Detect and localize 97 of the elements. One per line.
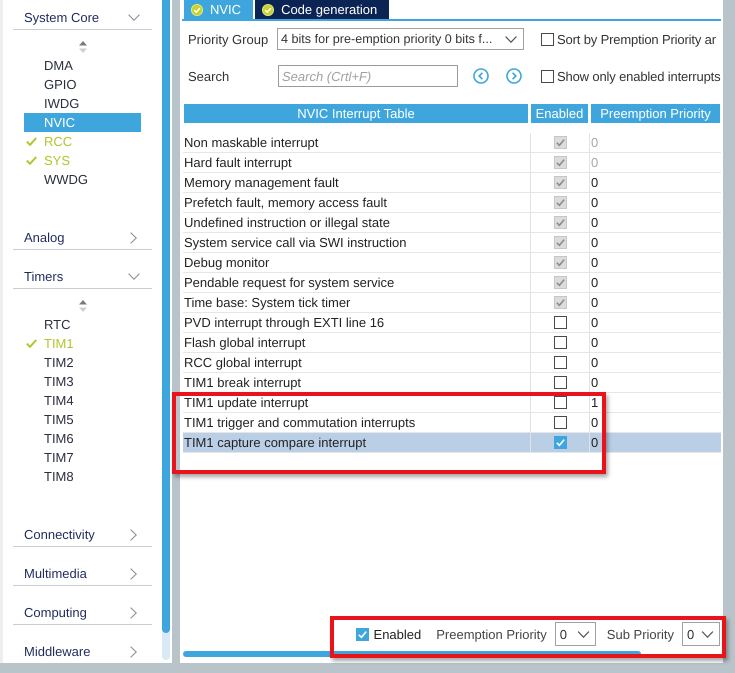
sidebar-item[interactable]: TIM6 [24, 429, 141, 448]
sidebar-item[interactable]: DMA [24, 56, 141, 75]
checkbox[interactable] [554, 416, 566, 429]
table-cell: 0 [589, 273, 720, 292]
chevron-down-icon [505, 36, 517, 42]
enabled-label: Enabled [374, 626, 422, 642]
category-header[interactable]: Connectivity [13, 523, 152, 547]
table-cell-text: Hard fault interrupt [183, 154, 293, 172]
table-cell: 0 [589, 133, 720, 152]
table-cell: 0 [589, 233, 720, 252]
checkbox[interactable] [554, 316, 566, 329]
table-cell: 0 [589, 433, 720, 452]
sidebar-item[interactable]: TIM2 [24, 353, 141, 372]
category-header[interactable]: System Core [13, 6, 152, 30]
enabled-only-option-label: Show only enabled interrupts [557, 68, 720, 84]
category-header[interactable]: Timers [13, 265, 152, 289]
search-label: Search [188, 68, 230, 84]
table-row[interactable]: Flash global interrupt 0 [183, 333, 721, 353]
table-cell: 1 [589, 393, 720, 412]
sidebar-item[interactable]: WWDG [24, 170, 141, 189]
checkbox[interactable] [356, 628, 369, 640]
preemption-priority-label: Preemption Priority [436, 626, 547, 642]
table-cell: 0 [589, 193, 720, 212]
chevron-down-icon [701, 630, 714, 638]
table-cell-text: PVD interrupt through EXTI line 16 [183, 314, 386, 332]
table-cell-text: Pendable request for system service [183, 274, 396, 292]
table-row[interactable]: Memory management fault 0 [183, 173, 721, 193]
table-cell: 0 [589, 173, 720, 192]
table-cell: 0 [589, 353, 720, 372]
next-button[interactable] [506, 68, 522, 84]
table-cell-text: RCC global interrupt [183, 354, 303, 372]
table-row[interactable]: System service call via SWI instruction 0 [183, 233, 721, 253]
sidebar-item[interactable]: TIM5 [24, 410, 141, 429]
table-cell-text: TIM1 break interrupt [183, 374, 302, 392]
table-row[interactable]: Time base: System tick timer 0 [183, 293, 721, 313]
checkbox[interactable] [541, 32, 554, 46]
sidebar-item[interactable]: TIM4 [24, 391, 141, 410]
sort-arrows-icon[interactable] [78, 41, 86, 53]
table-row[interactable]: Undefined instruction or illegal state 0 [183, 213, 721, 233]
category-header[interactable]: Analog [13, 226, 152, 250]
table-cell-text: Prefetch fault, memory access fault [183, 194, 388, 212]
sort-option-label: Sort by Premption Priority ar [557, 32, 716, 46]
chevron-down-icon [576, 630, 590, 638]
checkbox[interactable] [541, 70, 554, 82]
sort-arrows-icon[interactable] [78, 300, 86, 312]
circle-chevron-left-icon [473, 68, 489, 84]
sidebar-item[interactable]: RTC [24, 315, 141, 334]
table-row[interactable]: TIM1 capture compare interrupt 0 [183, 433, 721, 453]
table-cell: 0 [589, 413, 720, 432]
table-cell: 0 [589, 153, 720, 172]
sidebar-item[interactable]: TIM3 [24, 372, 141, 391]
checkbox[interactable] [554, 436, 566, 449]
table-cell: 0 [589, 253, 720, 272]
table-row[interactable]: Hard fault interrupt 0 [183, 153, 721, 173]
table-row[interactable]: TIM1 update interrupt 1 [183, 393, 721, 413]
circle-chevron-right-icon [506, 68, 522, 84]
table-cell-text: TIM1 trigger and commutation interrupts [183, 414, 416, 432]
table-row[interactable]: Non maskable interrupt 0 [183, 133, 721, 153]
checkbox[interactable] [554, 356, 566, 369]
table-cell-text: Time base: System tick timer [183, 294, 352, 312]
table-cell: 0 [589, 213, 720, 232]
tab[interactable]: Code generation [255, 0, 390, 19]
table-cell: 0 [589, 333, 720, 352]
table-cell-text: Non maskable interrupt [183, 134, 320, 152]
sidebar-item[interactable]: TIM8 [24, 467, 141, 486]
table-cell: 0 [589, 313, 720, 332]
category-header[interactable]: Multimedia [13, 562, 152, 586]
table-row[interactable]: TIM1 break interrupt 0 [183, 373, 721, 393]
sidebar-item[interactable]: GPIO [24, 75, 141, 94]
table-row[interactable]: Debug monitor 0 [183, 253, 721, 273]
table-cell-text: Undefined instruction or illegal state [183, 214, 391, 232]
table-cell-text: Flash global interrupt [183, 334, 306, 352]
preemption-priority-select[interactable]: 0 [554, 622, 596, 646]
table-cell: 0 [589, 293, 720, 312]
table-cell-text: Debug monitor [183, 254, 270, 272]
table-row[interactable]: RCC global interrupt 0 [183, 353, 721, 373]
checkbox[interactable] [554, 376, 566, 389]
category-header[interactable]: Computing [13, 601, 152, 625]
checkbox[interactable] [554, 396, 566, 409]
sub-priority-label: Sub Priority [606, 626, 674, 642]
sidebar-item[interactable]: IWDG [24, 94, 141, 113]
table-cell-text: TIM1 update interrupt [183, 394, 310, 412]
priority-group-label: Priority Group [188, 32, 270, 46]
priority-group-select[interactable]: 4 bits for pre-emption priority 0 bits f... [277, 28, 524, 50]
sidebar-item[interactable]: TIM7 [24, 448, 141, 467]
sub-priority-select[interactable]: 0 [682, 622, 720, 646]
search-field[interactable]: Search (Crtl+F) [278, 65, 458, 87]
table-cell-text: System service call via SWI instruction [183, 234, 408, 252]
category-header[interactable]: Middleware [13, 640, 152, 663]
table-row[interactable]: Prefetch fault, memory access fault 0 [183, 193, 721, 213]
table-cell-text: Memory management fault [183, 174, 340, 192]
checkbox[interactable] [554, 336, 566, 349]
table-cell: 0 [589, 373, 720, 392]
table-row[interactable]: PVD interrupt through EXTI line 16 0 [183, 313, 721, 333]
previous-button[interactable] [473, 68, 489, 84]
table-row[interactable]: Pendable request for system service 0 [183, 273, 721, 293]
table-cell-text: TIM1 capture compare interrupt [183, 434, 368, 452]
